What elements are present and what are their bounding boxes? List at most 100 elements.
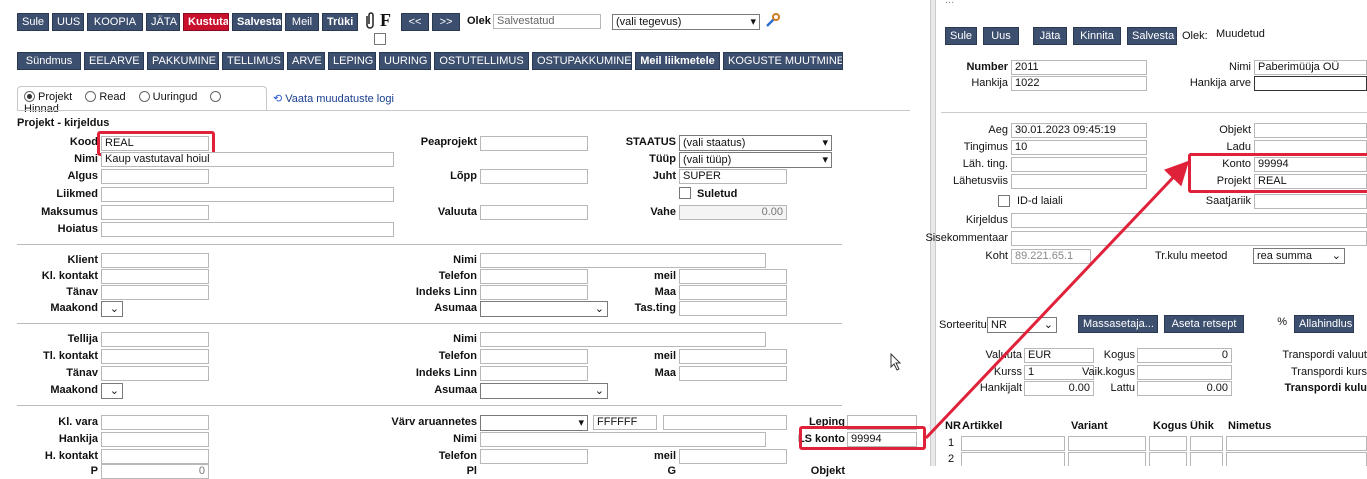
r-massasetaja-button[interactable]: Massasetaja... — [1078, 315, 1158, 333]
nimi-input[interactable]: Kaup vastutaval hoiul — [101, 152, 394, 167]
r-objekt-input[interactable] — [1254, 123, 1367, 138]
r-aseta-retsept-button[interactable]: Aseta retsept — [1164, 315, 1244, 333]
tellija-maakond-select[interactable]: ⌄ — [101, 383, 123, 399]
tab-projekt[interactable]: Projekt — [24, 91, 72, 103]
tab-read[interactable]: Read — [85, 91, 126, 103]
r-lah-ting-input[interactable] — [1011, 157, 1147, 172]
r-close-button[interactable]: Sule — [945, 27, 977, 45]
quantity-change-button[interactable]: KOGUSTE MUUTMINE — [723, 52, 843, 70]
r-id-laiali-checkbox[interactable] — [998, 195, 1010, 207]
r-hankija-arve-input[interactable] — [1254, 76, 1367, 91]
r-col-uhik[interactable]: Ühik — [1190, 420, 1214, 432]
tellija-asumaa-select[interactable]: ⌄ — [480, 383, 608, 399]
r-saatjariik-input[interactable] — [1254, 194, 1367, 209]
toolbar-checkbox[interactable] — [374, 33, 386, 45]
h-kontakt-input[interactable] — [101, 449, 209, 464]
r-confirm-button[interactable]: Kinnita — [1073, 27, 1121, 45]
tellija-telefon-input[interactable] — [480, 349, 588, 364]
r-row-uhik[interactable] — [1190, 436, 1223, 451]
r-new-button[interactable]: Uus — [983, 27, 1019, 45]
mail-members-button[interactable]: Meil liikmetele — [635, 52, 720, 70]
klient-nimi-input[interactable] — [480, 253, 766, 268]
r-row-kogus[interactable] — [1149, 452, 1187, 466]
r-sorteeritud-select[interactable]: NR ⌄ — [987, 317, 1057, 333]
hankija-input[interactable] — [101, 432, 209, 447]
hankija-telefon-input[interactable] — [480, 449, 588, 464]
varv-input[interactable]: FFFFFF — [593, 415, 657, 430]
r-tingimus-input[interactable]: 10 — [1011, 140, 1147, 155]
r-percent-input[interactable]: % — [1255, 316, 1290, 331]
paperclip-icon[interactable] — [364, 12, 376, 35]
liikmed-input[interactable] — [101, 187, 394, 202]
hankija-nimi-input[interactable] — [480, 432, 766, 447]
r-col-kogus[interactable]: Kogus — [1153, 420, 1187, 432]
tellija-meil-input[interactable] — [679, 349, 787, 364]
save-button[interactable]: Salvesta — [232, 13, 282, 31]
r-col-nimetus[interactable]: Nimetus — [1228, 420, 1271, 432]
varv-select[interactable]: ▾ — [480, 415, 588, 431]
r-koht-input[interactable]: 89.221.65.1 — [1011, 249, 1091, 264]
research-button[interactable]: UURING — [379, 52, 431, 70]
r-hankijalt-input[interactable]: 0.00 — [1024, 381, 1094, 396]
prev-button[interactable]: << — [401, 13, 429, 31]
suletud-checkbox[interactable] — [679, 187, 691, 199]
r-hankija-input[interactable]: 1022 — [1011, 76, 1147, 91]
tellija-maa-input[interactable] — [679, 366, 787, 381]
r-sisekommentaar-input[interactable] — [1011, 231, 1367, 246]
telefon-input[interactable] — [480, 269, 588, 284]
purchase-offer-button[interactable]: OSTUPAKKUMINE — [532, 52, 632, 70]
asumaa-select[interactable]: ⌄ — [480, 301, 608, 317]
varv-extra-input[interactable] — [663, 415, 787, 430]
r-col-artikkel[interactable]: Artikkel — [962, 420, 1002, 432]
kl-kontakt-input[interactable] — [101, 269, 209, 284]
r-row-artikkel[interactable] — [961, 452, 1065, 466]
hoiatus-input[interactable] — [101, 222, 394, 237]
f-button[interactable]: F — [380, 10, 391, 31]
indeks-linn-input[interactable] — [480, 285, 588, 300]
copy-button[interactable]: KOOPIA — [87, 13, 143, 31]
email-button[interactable]: Meil — [285, 13, 319, 31]
maa-input[interactable] — [679, 285, 787, 300]
r-lattu-input[interactable]: 0.00 — [1137, 381, 1232, 396]
cut-left-input[interactable]: 0 — [101, 464, 209, 479]
purchase-order-button[interactable]: OSTUTELLIMUS — [434, 52, 529, 70]
maakond-select[interactable]: ⌄ — [101, 301, 123, 317]
r-valuuta-input[interactable]: EUR — [1024, 348, 1094, 363]
tellija-nimi-input[interactable] — [480, 332, 766, 347]
staatus-select[interactable]: (vali staatus) ▾ — [679, 135, 832, 151]
tellija-indeks-input[interactable] — [480, 366, 588, 381]
peaprojekt-input[interactable] — [480, 136, 588, 151]
r-row-uhik[interactable] — [1190, 452, 1223, 466]
next-button[interactable]: >> — [432, 13, 460, 31]
budget-button[interactable]: EELARVE — [84, 52, 144, 70]
klient-input[interactable] — [101, 253, 209, 268]
contract-button[interactable]: LEPING — [328, 52, 376, 70]
print-button[interactable]: Trüki — [322, 13, 358, 31]
change-log-link[interactable]: ⟲ Vaata muudatuste logi — [273, 92, 394, 105]
r-row-artikkel[interactable] — [961, 436, 1065, 451]
r-aeg-input[interactable]: 30.01.2023 09:45:19 — [1011, 123, 1147, 138]
r-row-kogus[interactable] — [1149, 436, 1187, 451]
event-button[interactable]: Sündmus — [17, 52, 81, 70]
tl-kontakt-input[interactable] — [101, 349, 209, 364]
r-col-variant[interactable]: Variant — [1071, 420, 1108, 432]
r-cancel-button[interactable]: Jäta — [1033, 27, 1067, 45]
tasting-input[interactable] — [679, 301, 787, 316]
tyyp-select[interactable]: (vali tüüp) ▾ — [679, 152, 832, 168]
tab-uuringud[interactable]: Uuringud — [138, 91, 197, 103]
algus-input[interactable] — [101, 169, 209, 184]
hankija-meil-input[interactable] — [679, 449, 787, 464]
r-allahindlus-button[interactable]: Allahindlus — [1294, 315, 1354, 333]
r-col-nr[interactable]: NR — [945, 420, 961, 432]
r-vaik-kogus-input[interactable] — [1137, 365, 1232, 380]
r-row-nimetus[interactable] — [1226, 436, 1367, 451]
valuuta-input[interactable] — [480, 205, 588, 220]
juht-input[interactable]: SUPER — [679, 169, 787, 184]
r-number-input[interactable]: 2011 — [1011, 60, 1147, 75]
order-button[interactable]: TELLIMUS — [222, 52, 284, 70]
tanav-input[interactable] — [101, 285, 209, 300]
r-lahetusviis-input[interactable] — [1011, 174, 1147, 189]
r-save-button[interactable]: Salvesta — [1127, 27, 1177, 45]
close-button[interactable]: Sule — [17, 13, 49, 31]
offer-button[interactable]: PAKKUMINE — [147, 52, 219, 70]
